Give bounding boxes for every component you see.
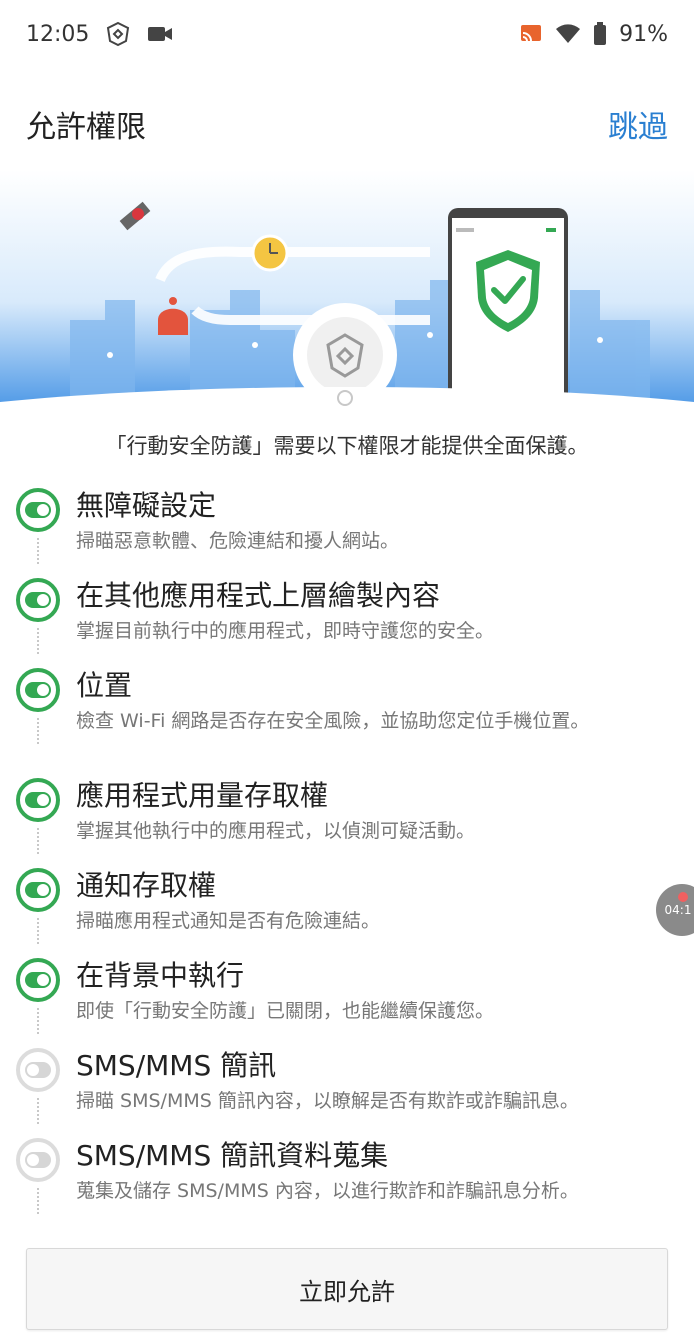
toggle-icon[interactable]: [16, 778, 60, 822]
video-icon: [147, 24, 173, 44]
permission-item-sms[interactable]: SMS/MMS 簡訊 掃瞄 SMS/MMS 簡訊內容，以瞭解是否有欺詐或詐騙訊息…: [16, 1042, 681, 1132]
connector-dots: [37, 918, 39, 944]
phone-icon: [448, 208, 568, 408]
connector-dots: [37, 1008, 39, 1034]
wifi-icon: [555, 23, 581, 45]
permission-title: 位置: [76, 669, 133, 702]
permission-item-location[interactable]: 位置 檢查 Wi-Fi 網路是否存在安全風險，並協助您定位手機位置。: [16, 662, 681, 772]
toggle-icon[interactable]: [16, 668, 60, 712]
recording-dot-icon: [678, 892, 688, 902]
app-bar: 允許權限 跳過: [0, 88, 694, 160]
toggle-icon[interactable]: [16, 578, 60, 622]
permission-list: 無障礙設定 掃瞄惡意軟體、危險連結和擾人網站。 在其他應用程式上層繪製內容 掌握…: [16, 482, 681, 1222]
page-title: 允許權限: [26, 110, 146, 145]
clock-icon: [251, 234, 289, 272]
connector-dots: [37, 1098, 39, 1124]
connector-dots: [37, 718, 39, 744]
battery-percent: 91%: [619, 21, 668, 47]
battery-icon: [593, 22, 607, 46]
connector-dots: [37, 628, 39, 654]
toggle-icon[interactable]: [16, 1048, 60, 1092]
permission-description: 掃瞄惡意軟體、危險連結和擾人網站。: [76, 530, 400, 552]
permission-item-background[interactable]: 在背景中執行 即使「行動安全防護」已關閉，也能繼續保護您。: [16, 952, 681, 1042]
toggle-icon[interactable]: [16, 1138, 60, 1182]
permission-title: SMS/MMS 簡訊: [76, 1049, 277, 1082]
permission-description: 即使「行動安全防護」已關閉，也能繼續保護您。: [76, 1000, 495, 1022]
permission-item-accessibility[interactable]: 無障礙設定 掃瞄惡意軟體、危險連結和擾人網站。: [16, 482, 681, 572]
permission-item-overlay[interactable]: 在其他應用程式上層繪製內容 掌握目前執行中的應用程式，即時守護您的安全。: [16, 572, 681, 662]
permission-title: 在背景中執行: [76, 959, 245, 992]
permission-item-sms-data-collection[interactable]: SMS/MMS 簡訊資料蒐集 蒐集及儲存 SMS/MMS 內容，以進行欺詐和詐騙…: [16, 1132, 681, 1222]
status-bar: 12:05 91%: [0, 0, 694, 68]
connector-dots: [37, 538, 39, 564]
permission-title: 應用程式用量存取權: [76, 779, 329, 812]
intro-text: 「行動安全防護」需要以下權限才能提供全面保護。: [105, 434, 589, 458]
permission-description: 掌握目前執行中的應用程式，即時守護您的安全。: [76, 620, 495, 642]
hero-illustration: [0, 170, 694, 410]
permission-title: 在其他應用程式上層繪製內容: [76, 579, 441, 612]
permission-title: 無障礙設定: [76, 489, 217, 522]
permission-item-notification-access[interactable]: 通知存取權 掃瞄應用程式通知是否有危險連結。: [16, 862, 681, 952]
permission-description: 蒐集及儲存 SMS/MMS 內容，以進行欺詐和詐騙訊息分析。: [76, 1180, 579, 1202]
permission-description: 掃瞄 SMS/MMS 簡訊內容，以瞭解是否有欺詐或詐騙訊息。: [76, 1090, 579, 1112]
connector-dots: [37, 828, 39, 854]
toggle-icon[interactable]: [16, 958, 60, 1002]
allow-now-button[interactable]: 立即允許: [26, 1248, 668, 1330]
permission-description: 掃瞄應用程式通知是否有危險連結。: [76, 910, 381, 932]
permission-description: 掌握其他執行中的應用程式，以偵測可疑活動。: [76, 820, 476, 842]
permission-title: 通知存取權: [76, 869, 217, 902]
app-shield-icon: [105, 21, 131, 47]
permission-title: SMS/MMS 簡訊資料蒐集: [76, 1139, 389, 1172]
permission-item-usage-access[interactable]: 應用程式用量存取權 掌握其他執行中的應用程式，以偵測可疑活動。: [16, 772, 681, 862]
toggle-icon[interactable]: [16, 488, 60, 532]
cast-icon: [519, 23, 543, 45]
floating-timer-text: 04:1: [664, 903, 692, 917]
toggle-icon[interactable]: [16, 868, 60, 912]
skip-button[interactable]: 跳過: [608, 102, 668, 146]
status-time: 12:05: [26, 21, 90, 47]
connector-dots: [37, 1188, 39, 1214]
permission-description: 檢查 Wi-Fi 網路是否存在安全風險，並協助您定位手機位置。: [76, 710, 590, 732]
